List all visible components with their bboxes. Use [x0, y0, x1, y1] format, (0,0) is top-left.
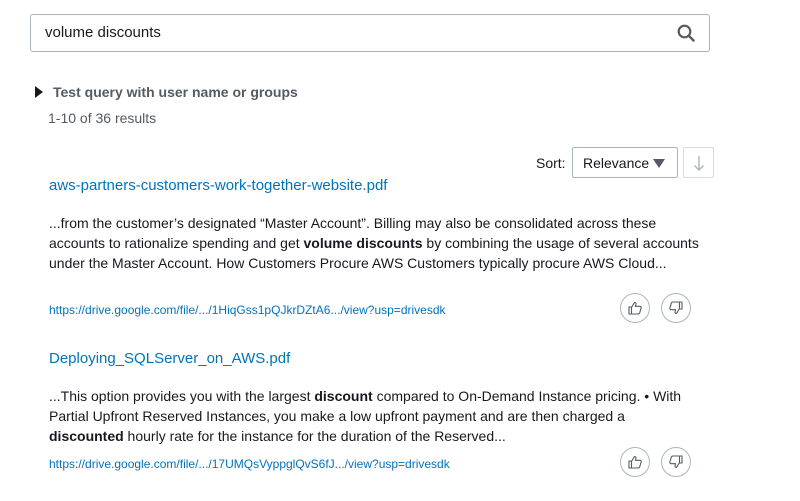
results-count: 1-10 of 36 results: [48, 110, 157, 126]
result-excerpt: ...from the customer’s designated “Maste…: [49, 213, 699, 273]
result-title-link[interactable]: aws-partners-customers-work-together-web…: [49, 176, 699, 196]
sort-selected-value: Relevance: [583, 154, 650, 171]
sort-label: Sort:: [536, 155, 566, 171]
thumbs-up-icon: [628, 455, 642, 469]
thumbs-down-button[interactable]: [661, 447, 691, 477]
thumbs-up-button[interactable]: [620, 447, 650, 477]
search-icon[interactable]: [677, 24, 695, 42]
excerpt-text: hourly rate for the instance for the dur…: [123, 428, 506, 444]
result-url-link[interactable]: https://drive.google.com/file/.../17UMQs…: [49, 457, 450, 471]
result-title-link[interactable]: Deploying_SQLServer_on_AWS.pdf: [49, 349, 699, 369]
excerpt-highlight: discounted: [49, 428, 124, 444]
sort-select[interactable]: Relevance: [572, 147, 678, 178]
result-item: aws-partners-customers-work-together-web…: [49, 176, 699, 317]
test-query-label: Test query with user name or groups: [53, 84, 298, 100]
thumbs-down-icon: [669, 455, 683, 469]
caret-right-icon: [35, 86, 43, 98]
sort-order-button[interactable]: [683, 147, 714, 178]
test-query-expander[interactable]: Test query with user name or groups: [34, 84, 298, 100]
excerpt-text: ...This option provides you with the lar…: [49, 388, 315, 404]
search-results-page: Test query with user name or groups 1-10…: [0, 0, 800, 501]
excerpt-highlight: discount: [314, 388, 373, 404]
arrow-down-icon: [694, 156, 704, 171]
thumbs-up-button[interactable]: [620, 293, 650, 323]
thumbs-down-button[interactable]: [661, 293, 691, 323]
result-excerpt: ...This option provides you with the lar…: [49, 386, 699, 446]
thumbs-up-icon: [628, 301, 642, 315]
result-item: Deploying_SQLServer_on_AWS.pdf ...This o…: [49, 349, 699, 471]
search-box[interactable]: [30, 14, 710, 52]
result-url-link[interactable]: https://drive.google.com/file/.../1HiqGs…: [49, 303, 446, 317]
excerpt-highlight: volume discounts: [303, 235, 423, 251]
caret-down-icon: [653, 159, 665, 168]
search-input[interactable]: [45, 15, 665, 51]
thumbs-down-icon: [669, 301, 683, 315]
